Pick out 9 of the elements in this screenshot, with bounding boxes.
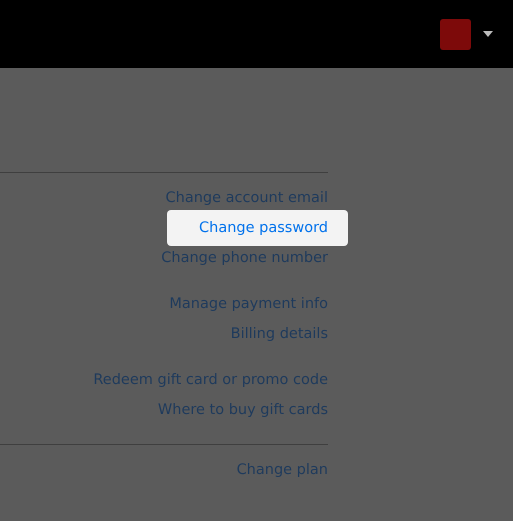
account-link[interactable]: Change plan — [236, 458, 328, 482]
account-link[interactable]: Where to buy gift cards — [158, 398, 328, 422]
account-link[interactable]: Billing details — [230, 322, 328, 346]
account-link[interactable]: Change password — [167, 210, 348, 246]
account-link[interactable]: Manage payment info — [169, 292, 328, 316]
account-link[interactable]: Redeem gift card or promo code — [93, 368, 328, 392]
account-link[interactable]: Change account email — [166, 186, 328, 210]
account-link[interactable]: Change phone number — [161, 246, 328, 270]
caret-icon[interactable] — [483, 31, 493, 37]
